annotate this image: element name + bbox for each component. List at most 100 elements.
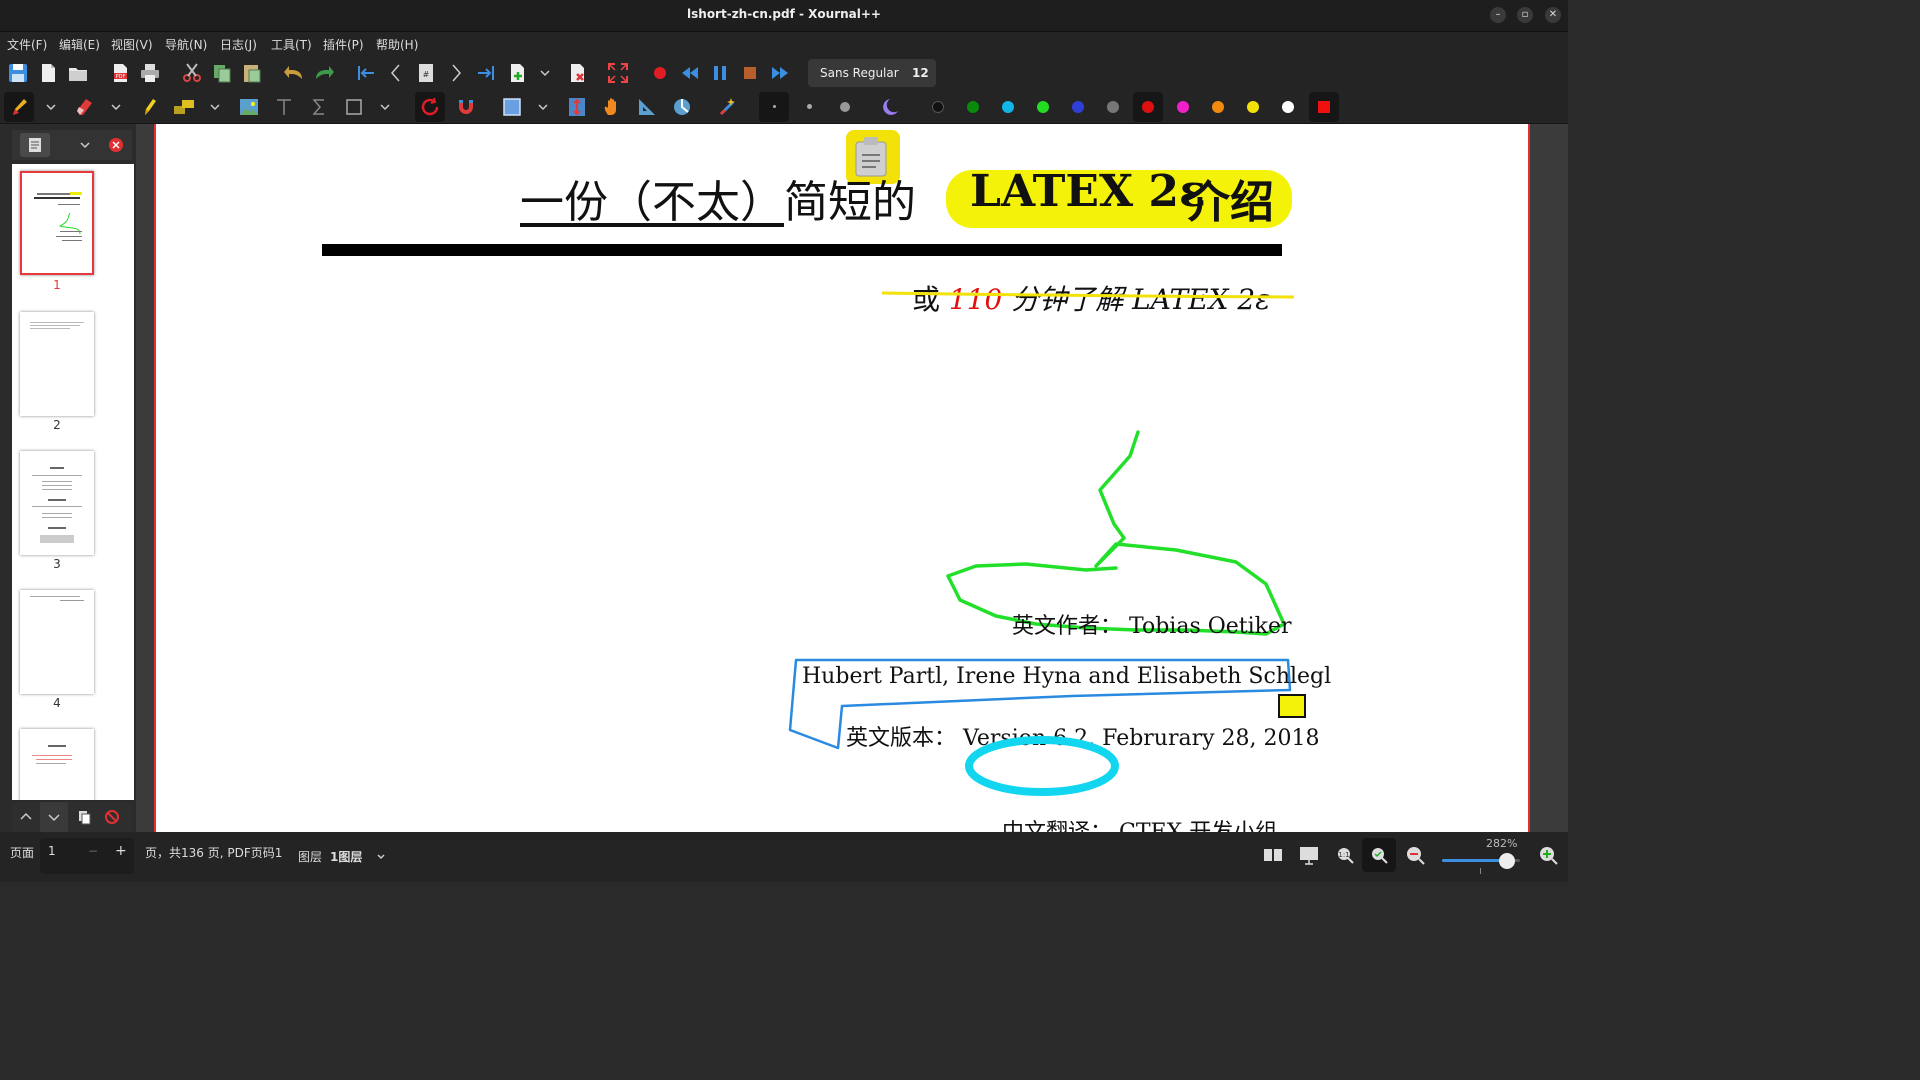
page-thumbnail-1[interactable]	[20, 171, 94, 275]
stop-icon[interactable]	[738, 61, 762, 85]
zoom-out-icon[interactable]	[1404, 844, 1426, 866]
font-selector-button[interactable]: Sans Regular 12	[808, 59, 936, 87]
page-thumbnail-5[interactable]	[20, 729, 94, 800]
highlighter-icon[interactable]	[137, 95, 161, 119]
zoom-in-icon[interactable]	[1537, 844, 1559, 866]
chevron-down-icon[interactable]	[42, 95, 60, 119]
menu-edit[interactable]: 编辑(E)	[59, 36, 100, 53]
open-folder-icon[interactable]	[66, 61, 90, 85]
color-light-blue-icon[interactable]	[1002, 101, 1014, 113]
goto-page-icon[interactable]: #	[414, 61, 438, 85]
chevron-down-icon[interactable]	[206, 95, 224, 119]
shape-recognizer-icon[interactable]	[418, 95, 442, 119]
print-icon[interactable]	[138, 61, 162, 85]
chevron-down-icon[interactable]	[536, 61, 554, 85]
chevron-down-icon[interactable]	[107, 95, 125, 119]
page-thumbnail-4[interactable]	[20, 590, 94, 694]
snap-icon[interactable]	[454, 95, 478, 119]
color-dark-green-icon[interactable]	[967, 101, 979, 113]
eraser-icon[interactable]	[72, 95, 96, 119]
page-decrement-button[interactable]: −	[88, 844, 98, 858]
yellow-square-stroke[interactable]	[1278, 694, 1306, 718]
zoom-slider-handle[interactable]	[1498, 853, 1515, 869]
paste-icon[interactable]	[240, 61, 264, 85]
cut-icon[interactable]	[180, 61, 204, 85]
fullscreen-icon[interactable]	[606, 61, 630, 85]
redo-icon[interactable]	[312, 61, 336, 85]
page-increment-button[interactable]: +	[115, 843, 127, 859]
setsquare-icon[interactable]	[635, 95, 659, 119]
text-tool-icon[interactable]	[172, 95, 196, 119]
magic-pen-icon[interactable]	[716, 95, 740, 119]
undo-icon[interactable]	[282, 61, 306, 85]
zoom-100-icon[interactable]: 1:1	[1334, 844, 1356, 866]
copy-page-icon[interactable]	[76, 809, 92, 825]
two-pages-icon[interactable]	[1262, 844, 1284, 866]
rectangle-shape-icon[interactable]	[342, 95, 366, 119]
color-blue-icon[interactable]	[1072, 101, 1084, 113]
menu-tools[interactable]: 工具(T)	[271, 36, 312, 53]
new-document-icon[interactable]	[36, 61, 60, 85]
size-medium-icon[interactable]	[840, 102, 850, 112]
menu-help[interactable]: 帮助(H)	[376, 36, 418, 53]
zoom-fit-button[interactable]	[1362, 838, 1396, 872]
chevron-down-icon[interactable]	[78, 138, 92, 152]
close-window-icon[interactable]: ✕	[1545, 7, 1561, 23]
move-page-down-button[interactable]	[40, 802, 68, 832]
hand-icon[interactable]	[600, 95, 624, 119]
close-sidebar-icon[interactable]	[108, 137, 124, 153]
pen-icon[interactable]	[7, 95, 31, 119]
fill-opacity-icon[interactable]	[880, 95, 904, 119]
goto-first-page-icon[interactable]	[354, 61, 378, 85]
page-thumbnail-2[interactable]	[20, 312, 94, 416]
record-icon[interactable]	[648, 61, 672, 85]
fast-forward-icon[interactable]	[768, 61, 792, 85]
text-icon[interactable]	[272, 95, 296, 119]
goto-last-page-icon[interactable]	[474, 61, 498, 85]
presentation-mode-icon[interactable]	[1298, 844, 1320, 866]
document-canvas[interactable]: 一份（不太）简短的 LATEX 2ε 介绍 或 110 分钟了解 LATEX 2…	[136, 124, 1568, 832]
math-tex-icon[interactable]	[307, 95, 331, 119]
menu-plugins[interactable]: 插件(P)	[323, 36, 364, 53]
color-yellow-icon[interactable]	[1247, 101, 1259, 113]
menu-journal[interactable]: 日志(J)	[220, 36, 257, 53]
next-page-icon[interactable]	[444, 61, 468, 85]
insert-page-icon[interactable]	[506, 61, 530, 85]
color-white-icon[interactable]	[1282, 101, 1294, 113]
save-icon[interactable]	[6, 61, 30, 85]
rewind-icon[interactable]	[678, 61, 702, 85]
copy-icon[interactable]	[210, 61, 234, 85]
size-fine-icon[interactable]	[807, 104, 812, 109]
color-magenta-icon[interactable]	[1177, 101, 1189, 113]
pdf-page[interactable]: 一份（不太）简短的 LATEX 2ε 介绍 或 110 分钟了解 LATEX 2…	[154, 124, 1530, 832]
pause-icon[interactable]	[708, 61, 732, 85]
maximize-icon[interactable]: ▫	[1517, 7, 1533, 23]
chevron-down-icon[interactable]	[534, 95, 552, 119]
export-pdf-icon[interactable]: PDF	[108, 61, 132, 85]
strikethrough-stroke[interactable]	[880, 288, 1296, 302]
layer-select[interactable]: 1图层	[330, 848, 362, 865]
compass-icon[interactable]	[670, 95, 694, 119]
image-icon[interactable]	[237, 95, 261, 119]
color-black-icon[interactable]	[932, 101, 944, 113]
minimize-icon[interactable]: –	[1490, 7, 1506, 23]
select-rect-icon[interactable]	[500, 95, 524, 119]
previous-page-icon[interactable]	[384, 61, 408, 85]
menu-navigate[interactable]: 导航(N)	[165, 36, 207, 53]
page-input[interactable]: 1	[48, 844, 56, 858]
delete-page-icon[interactable]	[566, 61, 590, 85]
delete-page-sidebar-icon[interactable]	[104, 809, 120, 825]
page-thumbnail-3[interactable]	[20, 451, 94, 555]
color-gray-icon[interactable]	[1107, 101, 1119, 113]
color-orange-icon[interactable]	[1212, 101, 1224, 113]
page-spinner[interactable]: 1 − +	[40, 838, 134, 874]
page-preview-tab[interactable]	[20, 133, 50, 157]
chevron-down-icon[interactable]	[376, 95, 394, 119]
menu-view[interactable]: 视图(V)	[111, 36, 153, 53]
color-red-icon[interactable]	[1142, 101, 1154, 113]
cyan-ellipse-stroke[interactable]	[962, 736, 1122, 802]
vertical-space-icon[interactable]	[565, 95, 589, 119]
custom-color-icon[interactable]	[1318, 101, 1330, 113]
color-green-icon[interactable]	[1037, 101, 1049, 113]
size-very-fine-icon[interactable]	[773, 105, 776, 108]
